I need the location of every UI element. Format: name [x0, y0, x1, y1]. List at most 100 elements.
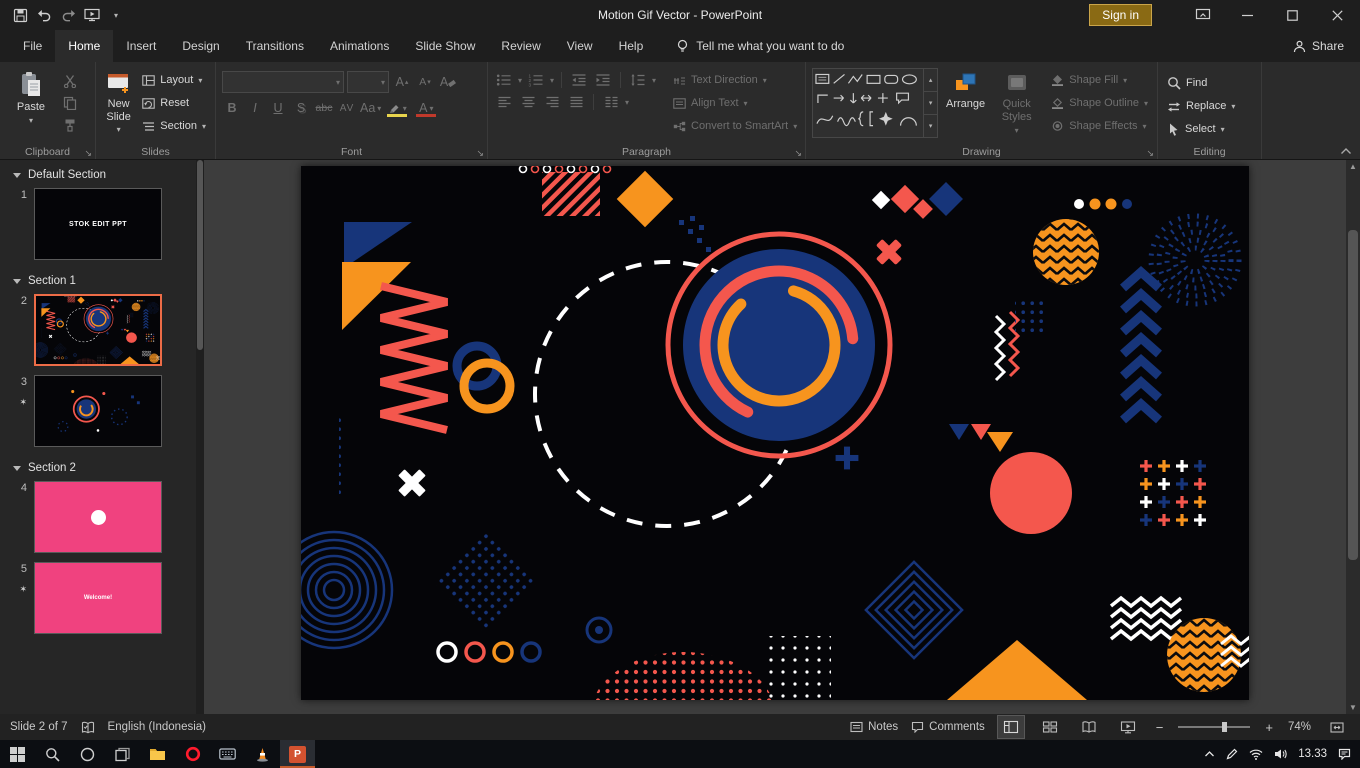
gallery-up-icon[interactable]: ▴	[924, 69, 937, 91]
tab-review[interactable]: Review	[488, 30, 553, 62]
zoom-in-button[interactable]: +	[1263, 720, 1275, 735]
hidden-icons-chevron-icon[interactable]	[1204, 750, 1215, 758]
layout-button[interactable]: Layout ▾	[139, 70, 209, 90]
zoom-slider-thumb[interactable]	[1221, 722, 1227, 732]
opera-browser-icon[interactable]	[175, 740, 210, 768]
shapes-gallery-scrollbar[interactable]: ▴ ▾ ▾	[923, 69, 937, 137]
tab-design[interactable]: Design	[169, 30, 232, 62]
taskbar-search-icon[interactable]	[35, 740, 70, 768]
italic-button[interactable]: I	[245, 98, 265, 118]
font-name-combobox[interactable]: ▾	[222, 71, 344, 93]
slide-4-thumbnail[interactable]	[34, 481, 162, 553]
taskbar-clock[interactable]: 13.33	[1298, 748, 1327, 760]
replace-button[interactable]: Replace ▾	[1164, 96, 1238, 116]
shape-fill-button[interactable]: Shape Fill ▾	[1048, 70, 1151, 90]
columns-icon[interactable]	[601, 94, 621, 110]
convert-to-smartart-button[interactable]: Convert to SmartArt ▾	[670, 116, 800, 136]
windows-ink-icon[interactable]	[1226, 748, 1238, 760]
sign-in-button[interactable]: Sign in	[1089, 4, 1152, 26]
slide-1-thumbnail[interactable]: STOK EDIT PPT	[34, 188, 162, 260]
share-button[interactable]: Share	[1293, 30, 1344, 62]
copy-icon[interactable]	[60, 95, 80, 111]
numbering-icon[interactable]: 123	[526, 72, 546, 88]
shapes-gallery[interactable]: ▴ ▾ ▾	[812, 68, 938, 138]
start-slideshow-icon[interactable]	[80, 0, 104, 30]
format-painter-icon[interactable]	[60, 117, 80, 133]
bold-button[interactable]: B	[222, 98, 242, 118]
ribbon-display-options-icon[interactable]	[1180, 0, 1225, 30]
notes-button[interactable]: Notes	[850, 721, 898, 733]
slide-show-view-button[interactable]	[1115, 716, 1141, 738]
slide-canvas[interactable]	[301, 166, 1249, 700]
zoom-out-button[interactable]: −	[1154, 720, 1166, 735]
font-color-button[interactable]: A ▾	[413, 98, 439, 118]
underline-button[interactable]: U	[268, 98, 288, 118]
comments-button[interactable]: Comments	[911, 721, 985, 733]
section-header-default[interactable]: Default Section	[0, 160, 204, 185]
maximize-button[interactable]	[1270, 0, 1315, 30]
shape-outline-button[interactable]: Shape Outline ▾	[1048, 93, 1151, 113]
gallery-down-icon[interactable]: ▾	[924, 91, 937, 114]
start-button[interactable]	[0, 740, 35, 768]
file-explorer-icon[interactable]	[140, 740, 175, 768]
shrink-font-button[interactable]: A ▾	[415, 72, 435, 92]
tab-help[interactable]: Help	[606, 30, 657, 62]
zoom-slider[interactable]	[1178, 722, 1251, 732]
cut-icon[interactable]	[60, 73, 80, 89]
align-center-icon[interactable]	[518, 94, 538, 110]
decrease-indent-icon[interactable]	[569, 72, 589, 88]
drawing-dialog-launcher-icon[interactable]: ↘	[1146, 148, 1154, 158]
select-button[interactable]: Select ▾	[1164, 119, 1238, 139]
slide-indicator[interactable]: Slide 2 of 7	[10, 721, 68, 733]
redo-icon[interactable]	[56, 0, 80, 30]
collapse-ribbon-icon[interactable]	[1340, 147, 1352, 155]
character-spacing-button[interactable]: AV	[337, 98, 357, 118]
customize-qat-caret-icon[interactable]: ▾	[104, 0, 128, 30]
strikethrough-button[interactable]: abc	[314, 98, 334, 118]
text-highlight-color-button[interactable]: ▾	[384, 98, 410, 118]
normal-view-button[interactable]	[996, 715, 1025, 739]
tab-transitions[interactable]: Transitions	[233, 30, 317, 62]
tab-slide-show[interactable]: Slide Show	[402, 30, 488, 62]
clear-formatting-button[interactable]: A	[438, 72, 458, 92]
minimize-button[interactable]	[1225, 0, 1270, 30]
slide-2-thumbnail[interactable]	[34, 294, 162, 366]
grow-font-button[interactable]: A ▴	[392, 72, 412, 92]
proofing-icon[interactable]	[81, 721, 95, 734]
justify-icon[interactable]	[566, 94, 586, 110]
change-case-button[interactable]: Aa ▾	[360, 98, 381, 118]
fit-to-window-button[interactable]	[1324, 716, 1350, 738]
paragraph-dialog-launcher-icon[interactable]: ↘	[794, 148, 802, 158]
slide-sorter-view-button[interactable]	[1037, 716, 1063, 738]
close-button[interactable]	[1315, 0, 1360, 30]
tab-insert[interactable]: Insert	[113, 30, 169, 62]
task-view-icon[interactable]	[105, 740, 140, 768]
canvas-scrollbar[interactable]: ▲ ▼	[1346, 160, 1360, 714]
vlc-icon[interactable]	[245, 740, 280, 768]
align-right-icon[interactable]	[542, 94, 562, 110]
canvas-scrollbar-thumb[interactable]	[1348, 230, 1358, 560]
font-dialog-launcher-icon[interactable]: ↘	[476, 148, 484, 158]
volume-icon[interactable]	[1274, 748, 1287, 760]
reset-button[interactable]: Reset	[139, 93, 209, 113]
tab-animations[interactable]: Animations	[317, 30, 402, 62]
scroll-up-icon[interactable]: ▲	[1349, 162, 1357, 171]
tab-home[interactable]: Home	[55, 30, 114, 62]
slide-3-thumbnail[interactable]	[34, 375, 162, 447]
increase-indent-icon[interactable]	[593, 72, 613, 88]
align-left-icon[interactable]	[494, 94, 514, 110]
clipboard-dialog-launcher-icon[interactable]: ↘	[84, 148, 92, 158]
undo-icon[interactable]	[32, 0, 56, 30]
align-text-button[interactable]: Align Text ▾	[670, 93, 800, 113]
powerpoint-taskbar-icon[interactable]: P	[280, 740, 315, 768]
section-header-1[interactable]: Section 1	[0, 266, 204, 291]
reading-view-button[interactable]	[1076, 716, 1102, 738]
gallery-more-icon[interactable]: ▾	[924, 114, 937, 137]
save-icon[interactable]	[8, 0, 32, 30]
arrange-button[interactable]: Arrange	[942, 67, 989, 143]
section-button[interactable]: Section ▾	[139, 116, 209, 136]
section-header-2[interactable]: Section 2	[0, 453, 204, 478]
quick-styles-button[interactable]: Quick Styles ▾	[993, 67, 1040, 143]
action-center-icon[interactable]	[1338, 748, 1351, 760]
bullets-icon[interactable]	[494, 72, 514, 88]
